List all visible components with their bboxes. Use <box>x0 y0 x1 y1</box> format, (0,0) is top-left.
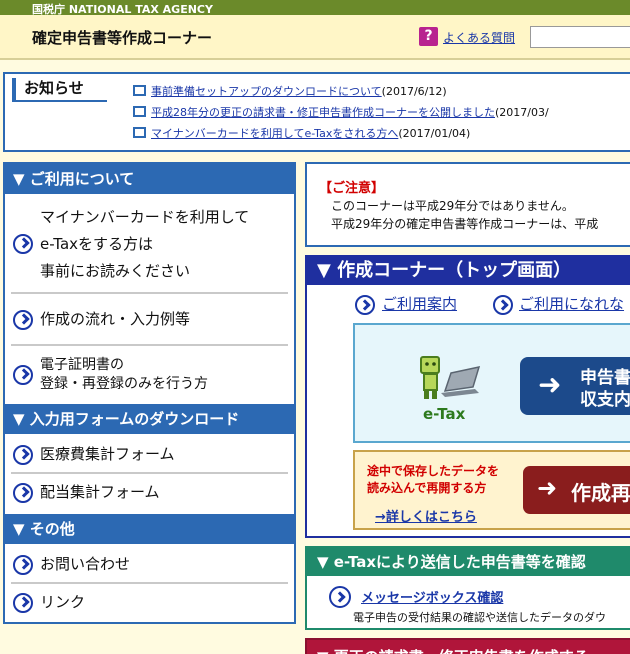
caution-panel: 【ご注意】 このコーナーは平成29年分ではありません。 平成29年分の確定申告書… <box>305 162 630 247</box>
notice-link[interactable]: 事前準備セットアップのダウンロードについて <box>151 85 382 98</box>
circle-arrow-icon <box>13 593 33 613</box>
page-icon <box>133 106 146 117</box>
etax-mascot-icon <box>420 356 481 399</box>
sidebar-item-label: 登録・再登録のみを行う方 <box>40 376 208 392</box>
circle-arrow-icon <box>13 365 33 385</box>
sent-returns-panel: ▼ e-Taxにより送信した申告書等を確認 メッセージボックス確認 電子申告の受… <box>305 546 630 630</box>
resume-button[interactable]: ➜ 作成再 <box>523 466 630 514</box>
sidebar: ▼ ご利用について マイナンバーカードを利用して e-Taxをする方は 事前にお… <box>3 162 296 624</box>
notice-item: マイナンバーカードを利用してe-Taxをされる方へ(2017/01/04) <box>133 125 470 141</box>
section-other-header[interactable]: ▼ その他 <box>5 514 294 544</box>
circle-arrow-icon <box>13 445 33 465</box>
arrow-right-icon: ➜ <box>538 368 562 401</box>
sidebar-item-label: 電子証明書の <box>40 357 124 373</box>
notice-link[interactable]: マイナンバーカードを利用してe-Taxをされる方へ <box>151 127 398 140</box>
notice-item: 平成28年分の更正の請求書・修正申告書作成コーナーを公開しました(2017/03… <box>133 104 549 120</box>
caution-title: 【ご注意】 <box>319 181 385 196</box>
sidebar-item-dividend-form[interactable]: 配当集計フォーム <box>11 474 288 512</box>
usage-guide-link[interactable]: ご利用案内 <box>382 293 457 314</box>
sidebar-item-label: マイナンバーカードを利用して <box>40 208 250 226</box>
availability-link[interactable]: ご利用になれな <box>519 293 624 314</box>
sidebar-item-label: 事前にお読みください <box>40 262 191 280</box>
sidebar-item-flow[interactable]: 作成の流れ・入力例等 <box>11 294 288 346</box>
create-return-button[interactable]: ➜ 申告書 収支内 <box>520 357 630 415</box>
notice-title: お知らせ <box>12 78 107 102</box>
caution-text: このコーナーは平成29年分ではありません。 <box>331 199 574 213</box>
circle-arrow-icon <box>493 295 513 315</box>
sidebar-item-label: リンク <box>40 593 86 611</box>
header: 確定申告書等作成コーナー ? よくある質問 <box>0 15 630 60</box>
message-box-description: 電子申告の受付結果の確認や送信したデータのダウ <box>353 611 606 624</box>
section-usage-header[interactable]: ▼ ご利用について <box>5 164 294 194</box>
button-label: 作成再 <box>571 481 630 505</box>
sent-returns-title: ▼ e-Taxにより送信した申告書等を確認 <box>307 548 630 576</box>
page-title: 確定申告書等作成コーナー <box>32 29 213 47</box>
revision-title: ▼ 更正の請求書・修正申告書を作成する <box>317 646 589 654</box>
sidebar-item-medical-form[interactable]: 医療費集計フォーム <box>11 436 288 474</box>
search-input[interactable] <box>530 26 630 48</box>
sidebar-item-label: e-Taxをする方は <box>40 235 154 253</box>
section-forms-header[interactable]: ▼ 入力用フォームのダウンロード <box>5 404 294 434</box>
creation-corner-title: ▼ 作成コーナー（トップ画面） <box>307 257 630 285</box>
notice-date: (2017/6/12) <box>381 85 447 98</box>
help-icon[interactable]: ? <box>419 27 438 46</box>
sidebar-item-label: 医療費集計フォーム <box>40 445 175 463</box>
page-icon <box>133 85 146 96</box>
resume-description: 途中で保存したデータを <box>367 464 500 478</box>
notice-date: (2017/03/ <box>495 106 549 119</box>
circle-arrow-icon <box>329 586 351 608</box>
agency-band: 国税庁 NATIONAL TAX AGENCY <box>0 0 630 16</box>
sidebar-item-links[interactable]: リンク <box>11 584 288 622</box>
sidebar-item-label: 配当集計フォーム <box>40 483 160 501</box>
arrow-right-icon: ➜ <box>537 474 558 502</box>
creation-corner-panel: ▼ 作成コーナー（トップ画面） ご利用案内 ご利用になれな e-Tax ➜ 申告… <box>305 255 630 538</box>
notice-item: 事前準備セットアップのダウンロードについて(2017/6/12) <box>133 83 447 99</box>
message-box-link[interactable]: メッセージボックス確認 <box>361 587 503 606</box>
circle-arrow-icon <box>13 483 33 503</box>
circle-arrow-icon <box>13 234 33 254</box>
etax-label: e-Tax <box>423 405 466 423</box>
circle-arrow-icon <box>13 310 33 330</box>
sidebar-item-label: お問い合わせ <box>40 555 131 573</box>
circle-arrow-icon <box>355 295 375 315</box>
faq-link[interactable]: よくある質問 <box>443 29 515 46</box>
sidebar-item-label: 作成の流れ・入力例等 <box>40 310 191 328</box>
resume-description: 読み込んで再開する方 <box>367 481 487 495</box>
sidebar-item-contact[interactable]: お問い合わせ <box>11 546 288 584</box>
resume-panel: 途中で保存したデータを 読み込んで再開する方 →詳しくはこちら ➜ 作成再 <box>353 450 630 530</box>
circle-arrow-icon <box>13 555 33 575</box>
sidebar-item-certificate[interactable]: 電子証明書の 登録・再登録のみを行う方 <box>11 346 288 404</box>
caution-text: 平成29年分の確定申告書等作成コーナーは、平成 <box>331 217 599 231</box>
revision-panel[interactable]: ▼ 更正の請求書・修正申告書を作成する <box>305 638 630 654</box>
notice-panel: お知らせ 事前準備セットアップのダウンロードについて(2017/6/12) 平成… <box>3 72 630 152</box>
notice-link[interactable]: 平成28年分の更正の請求書・修正申告書作成コーナーを公開しました <box>151 106 495 119</box>
details-link[interactable]: →詳しくはこちら <box>375 506 477 525</box>
sidebar-item-mynumber[interactable]: マイナンバーカードを利用して e-Taxをする方は 事前にお読みください <box>11 198 288 294</box>
etax-start-panel: e-Tax ➜ 申告書 収支内 <box>353 323 630 443</box>
notice-date: (2017/01/04) <box>398 127 471 140</box>
page-icon <box>133 127 146 138</box>
button-label: 収支内 <box>580 390 630 410</box>
